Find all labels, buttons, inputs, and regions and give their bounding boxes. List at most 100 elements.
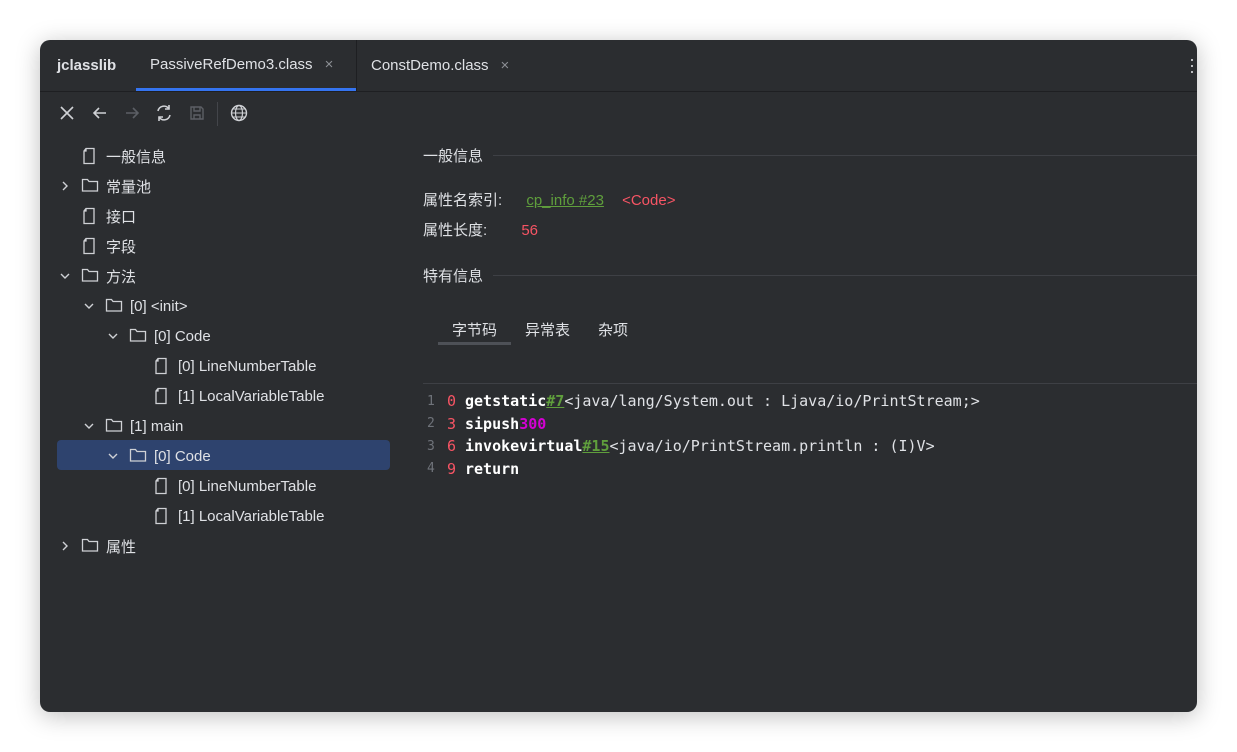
general-info-section: 一般信息 (423, 145, 1197, 165)
tree-node-label: [0] Code (154, 447, 211, 465)
subtab-divider (423, 383, 1197, 384)
line-number: 2 (427, 416, 435, 432)
subtab-exception-table[interactable]: 异常表 (511, 315, 584, 343)
opcode: sipush (465, 414, 520, 433)
chevron-down-icon[interactable] (57, 271, 73, 281)
chevron-down-icon[interactable] (105, 451, 121, 461)
tree-node[interactable]: [0] Code (105, 441, 211, 471)
tree-node-label: [0] <init> (130, 297, 188, 315)
folder-icon (105, 297, 123, 315)
folder-icon (81, 537, 99, 555)
bytecode-offset: 6 (447, 437, 457, 456)
more-options-icon[interactable]: · · · (1189, 50, 1197, 80)
attr-name-label: 属性名索引: (423, 192, 503, 209)
close-tab-icon[interactable]: × (501, 57, 510, 74)
attr-name-row: 属性名索引: cp_info #23 <Code> (423, 189, 675, 210)
tab-label: PassiveRefDemo3.class (150, 55, 313, 73)
section-divider (493, 154, 1197, 156)
tree-node-label: 接口 (106, 208, 137, 226)
tree-node[interactable]: 一般信息 (57, 141, 166, 171)
subtab-bytecode[interactable]: 字节码 (438, 315, 512, 345)
toolbar (40, 92, 1197, 134)
tree-node-label: 属性 (106, 538, 137, 556)
folder-icon (129, 327, 147, 345)
back-arrow-icon[interactable] (89, 102, 111, 124)
operand-text: <java/io/PrintStream.println : (I)V> (609, 437, 935, 456)
folder-icon (129, 447, 147, 465)
forward-arrow-icon[interactable] (121, 102, 143, 124)
chevron-down-icon[interactable] (81, 421, 97, 431)
file-icon (153, 477, 171, 495)
tree-node[interactable]: [0] LineNumberTable (129, 471, 316, 501)
chevron-right-icon[interactable] (57, 181, 73, 191)
tab-label: ConstDemo.class (371, 57, 489, 74)
line-number: 1 (427, 393, 435, 409)
attr-length-label: 属性长度: (423, 222, 488, 239)
specific-info-section: 特有信息 (423, 265, 1197, 285)
tree-node[interactable]: 常量池 (57, 171, 151, 201)
app-window: jclasslib PassiveRefDemo3.class × ConstD… (40, 40, 1197, 712)
close-tab-icon[interactable]: × (325, 56, 334, 73)
tab-bar: jclasslib PassiveRefDemo3.class × ConstD… (40, 40, 1197, 92)
folder-icon (81, 267, 99, 285)
bytecode-line: 3 6 invokevirtual #15 <java/io/PrintStream… (423, 435, 980, 458)
opcode: invokevirtual (465, 437, 583, 456)
tree-node-label: 常量池 (106, 178, 152, 196)
tree-node[interactable]: [1] LocalVariableTable (129, 501, 324, 531)
detail-pane: 一般信息 属性名索引: cp_info #23 <Code> 属性长度: 56 … (423, 140, 1197, 712)
file-icon (153, 387, 171, 405)
tree-node[interactable]: 字段 (57, 231, 136, 261)
opcode: getstatic (465, 392, 547, 411)
operand-number: 300 (519, 414, 547, 433)
chevron-down-icon[interactable] (81, 301, 97, 311)
file-icon (81, 207, 99, 225)
tab-constdemo[interactable]: ConstDemo.class × (357, 40, 537, 91)
tree-node-label: [1] LocalVariableTable (178, 507, 325, 525)
bytecode-offset: 9 (447, 459, 457, 478)
close-icon[interactable] (56, 102, 78, 124)
bytecode-offset: 0 (447, 392, 457, 411)
subtab-bar: 字节码 异常表 杂项 (438, 315, 642, 345)
tree-node[interactable]: [0] Code (105, 321, 211, 351)
operand-text: <java/lang/System.out : Ljava/io/PrintSt… (564, 392, 980, 411)
section-title: 一般信息 (423, 147, 484, 165)
subtab-misc[interactable]: 杂项 (584, 315, 642, 343)
folder-icon (81, 177, 99, 195)
file-icon (81, 237, 99, 255)
file-icon (81, 147, 99, 165)
constant-pool-link[interactable]: #15 (582, 437, 609, 455)
cp-info-link[interactable]: cp_info #23 (526, 192, 604, 209)
tree-node[interactable]: [1] LocalVariableTable (129, 381, 324, 411)
tree-node-label: [0] Code (154, 327, 211, 345)
tree-node[interactable]: [0] <init> (81, 291, 188, 321)
tree-node-label: 方法 (106, 268, 137, 286)
folder-icon (105, 417, 123, 435)
tree-node-label: [1] main (130, 417, 184, 435)
tree-node[interactable]: 属性 (57, 531, 136, 561)
globe-icon[interactable] (228, 102, 250, 124)
tab-passiverefdemo3[interactable]: PassiveRefDemo3.class × (136, 40, 356, 91)
attr-length-row: 属性长度: 56 (423, 219, 538, 240)
tree-node[interactable]: 接口 (57, 201, 136, 231)
tree-node[interactable]: 方法 (57, 261, 136, 291)
section-divider (493, 274, 1197, 276)
tree-node[interactable]: [0] LineNumberTable (129, 351, 316, 381)
save-icon[interactable] (186, 102, 208, 124)
constant-pool-link[interactable]: #7 (546, 392, 564, 410)
toolbar-separator (217, 102, 218, 126)
chevron-down-icon[interactable] (105, 331, 121, 341)
tree-node[interactable]: [1] main (81, 411, 183, 441)
bytecode-view: 1 0 getstatic #7 <java/lang/System.out : L… (423, 390, 980, 480)
bytecode-line: 1 0 getstatic #7 <java/lang/System.out : L… (423, 390, 980, 413)
section-title: 特有信息 (423, 267, 484, 285)
refresh-icon[interactable] (153, 102, 175, 124)
tree-node-label: [1] LocalVariableTable (178, 387, 325, 405)
tree-node-label: [0] LineNumberTable (178, 357, 317, 375)
bytecode-line: 2 3 sipush 300 (423, 413, 980, 436)
bytecode-offset: 3 (447, 414, 457, 433)
chevron-right-icon[interactable] (57, 541, 73, 551)
attr-name-value: <Code> (622, 192, 676, 209)
tree-node-label: [0] LineNumberTable (178, 477, 317, 495)
tree-node-label: 字段 (106, 238, 137, 256)
app-title: jclasslib (57, 57, 117, 74)
